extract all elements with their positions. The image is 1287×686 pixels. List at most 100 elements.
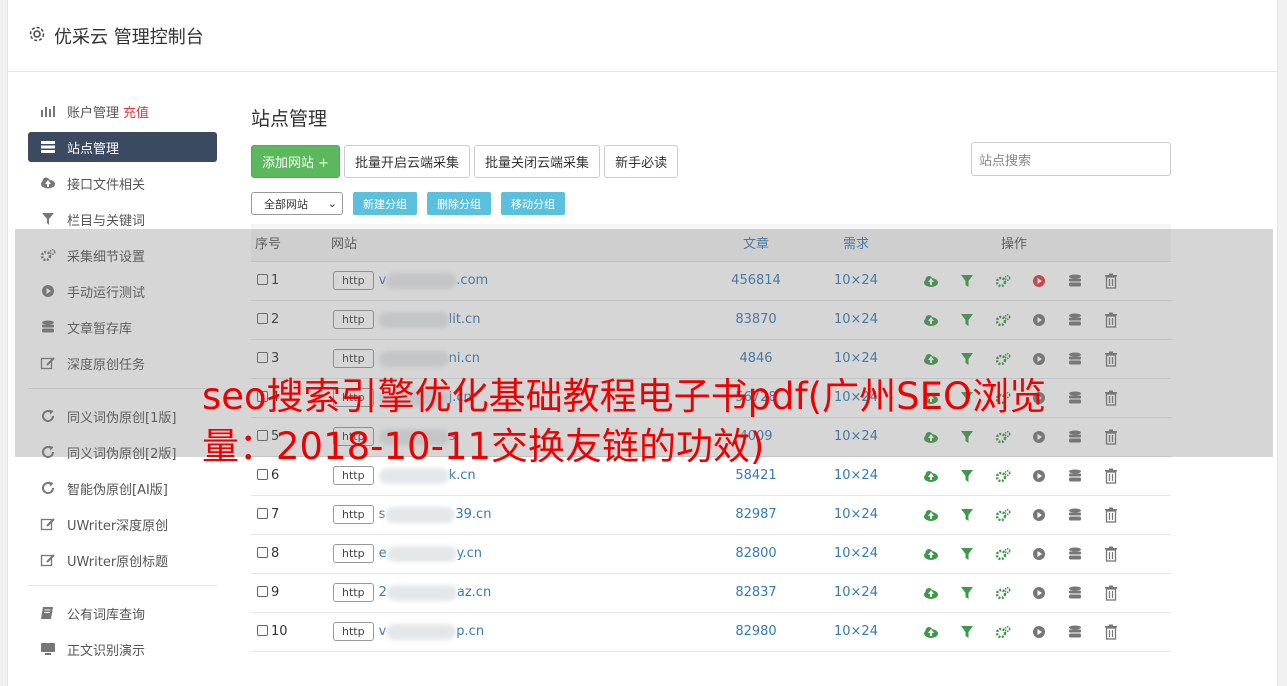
article-count[interactable]: 82837 xyxy=(706,573,806,613)
newbie-guide-button[interactable]: 新手必读 xyxy=(604,145,679,178)
cloud-upload-icon[interactable] xyxy=(922,545,940,563)
trash-icon[interactable] xyxy=(1102,506,1120,524)
batch-open-button[interactable]: 批量开启云端采集 xyxy=(344,145,471,178)
trash-icon[interactable] xyxy=(1102,545,1120,563)
article-count[interactable]: 82800 xyxy=(706,534,806,574)
protocol-badge: http xyxy=(333,544,374,563)
filter-icon[interactable] xyxy=(958,584,976,602)
row-actions xyxy=(922,545,1171,563)
gears-icon[interactable] xyxy=(994,506,1012,524)
cloud-upload-icon[interactable] xyxy=(922,506,940,524)
gears-icon[interactable] xyxy=(994,623,1012,641)
domain-suffix: 39.cn xyxy=(455,507,492,522)
article-count[interactable]: 82987 xyxy=(706,495,806,535)
play-circle-icon[interactable] xyxy=(1030,506,1048,524)
row-actions xyxy=(922,584,1171,602)
domain-redaction xyxy=(386,623,457,640)
row-checkbox[interactable] xyxy=(257,586,268,597)
site-domain-link[interactable]: s 39.cn xyxy=(378,506,492,523)
cloud-upload-icon[interactable] xyxy=(922,584,940,602)
sidebar-item-14[interactable]: 正文识别演示 xyxy=(28,634,217,664)
sidebar-item-label: 栏目与关键词 xyxy=(67,213,146,229)
filter-icon xyxy=(39,211,57,227)
sidebar-item-label: UWriter原创标题 xyxy=(67,554,169,570)
bar-chart-icon xyxy=(39,103,57,119)
requirement[interactable]: 10×24 xyxy=(806,573,906,613)
domain-suffix: p.cn xyxy=(456,624,485,639)
monitor-icon xyxy=(39,641,57,657)
protocol-badge: http xyxy=(333,622,374,641)
sidebar-item-0[interactable]: 账户管理 充值 xyxy=(28,96,217,126)
trash-icon[interactable] xyxy=(1102,584,1120,602)
server-icon xyxy=(39,139,57,155)
domain-prefix: e xyxy=(378,546,387,561)
protocol-badge: http xyxy=(333,505,374,524)
play-circle-icon[interactable] xyxy=(1030,623,1048,641)
move-group-button[interactable]: 移动分组 xyxy=(501,192,565,215)
gears-icon[interactable] xyxy=(994,545,1012,563)
sidebar-item-label: 正文识别演示 xyxy=(67,643,146,659)
site-domain-link[interactable]: v p.cn xyxy=(378,623,485,640)
sidebar-item-label: 账户管理 xyxy=(67,105,120,121)
requirement[interactable]: 10×24 xyxy=(806,534,906,574)
play-circle-icon[interactable] xyxy=(1030,584,1048,602)
sidebar-divider xyxy=(28,585,217,586)
table-row[interactable]: 7 http s 39.cn 82987 10×24 xyxy=(251,495,1171,535)
domain-prefix: v xyxy=(378,624,387,639)
cloud-upload-icon xyxy=(39,175,57,191)
sidebar-item-10[interactable]: 智能伪原创[AI版] xyxy=(28,473,217,503)
sidebar-item-11[interactable]: UWriter深度原创 xyxy=(28,509,217,539)
recharge-link[interactable]: 充值 xyxy=(123,102,149,121)
domain-prefix: s xyxy=(378,507,386,522)
table-row[interactable]: 9 http 2 az.cn 82837 10×24 xyxy=(251,573,1171,613)
edit-icon xyxy=(39,516,57,532)
database-icon[interactable] xyxy=(1066,506,1084,524)
sidebar-item-2[interactable]: 接口文件相关 xyxy=(28,168,217,198)
batch-close-button[interactable]: 批量关闭云端采集 xyxy=(474,145,601,178)
domain-suffix: az.cn xyxy=(456,585,492,600)
sidebar-item-12[interactable]: UWriter原创标题 xyxy=(28,545,217,575)
delete-group-button[interactable]: 删除分组 xyxy=(427,192,491,215)
trash-icon[interactable] xyxy=(1102,623,1120,641)
filter-icon[interactable] xyxy=(958,623,976,641)
add-site-button[interactable]: 添加网站 + xyxy=(251,145,341,178)
table-row[interactable]: 10 http v p.cn 82980 10×24 xyxy=(251,612,1171,652)
cloud-upload-icon[interactable] xyxy=(922,623,940,641)
database-icon[interactable] xyxy=(1066,545,1084,563)
table-row[interactable]: 8 http e y.cn 82800 10×24 xyxy=(251,534,1171,574)
requirement[interactable]: 10×24 xyxy=(806,495,906,535)
database-icon[interactable] xyxy=(1066,623,1084,641)
sidebar-item-label: 智能伪原创[AI版] xyxy=(67,482,168,498)
overlay-title: seo搜索引擎优化基础教程电子书pdf(广州SEO浏览量：2018-10-11交… xyxy=(202,375,1047,468)
row-number: 8 xyxy=(271,546,280,561)
sidebar-item-label: UWriter深度原创 xyxy=(67,518,169,534)
gear-icon[interactable] xyxy=(28,25,46,47)
site-domain-link[interactable]: e y.cn xyxy=(378,545,482,562)
row-checkbox[interactable] xyxy=(257,547,268,558)
app-title: 优采云 管理控制台 xyxy=(54,26,204,48)
requirement[interactable]: 10×24 xyxy=(806,612,906,652)
domain-redaction xyxy=(386,545,457,562)
sidebar-item-label: 公有词库查询 xyxy=(67,607,146,623)
row-checkbox[interactable] xyxy=(257,508,268,519)
site-search-input[interactable]: 站点搜索 xyxy=(971,142,1171,176)
group-toolbar: 全部网站 ⌄ 新建分组 删除分组 移动分组 xyxy=(251,192,1171,215)
group-select[interactable]: 全部网站 ⌄ xyxy=(251,192,343,215)
row-actions xyxy=(922,623,1171,641)
row-number: 10 xyxy=(271,624,288,639)
trash-icon[interactable] xyxy=(1102,467,1120,485)
database-icon[interactable] xyxy=(1066,584,1084,602)
page-title: 站点管理 xyxy=(251,108,328,130)
site-domain-link[interactable]: 2 az.cn xyxy=(379,584,492,601)
filter-icon[interactable] xyxy=(958,545,976,563)
domain-suffix: y.cn xyxy=(456,546,482,561)
article-count[interactable]: 82980 xyxy=(706,612,806,652)
gears-icon[interactable] xyxy=(994,584,1012,602)
play-circle-icon[interactable] xyxy=(1030,545,1048,563)
filter-icon[interactable] xyxy=(958,506,976,524)
row-checkbox[interactable] xyxy=(257,625,268,636)
sidebar-item-13[interactable]: 公有词库查询 xyxy=(28,598,217,628)
group-select-value: 全部网站 xyxy=(264,197,308,211)
sidebar-item-1[interactable]: 站点管理 xyxy=(28,132,217,162)
new-group-button[interactable]: 新建分组 xyxy=(353,192,417,215)
